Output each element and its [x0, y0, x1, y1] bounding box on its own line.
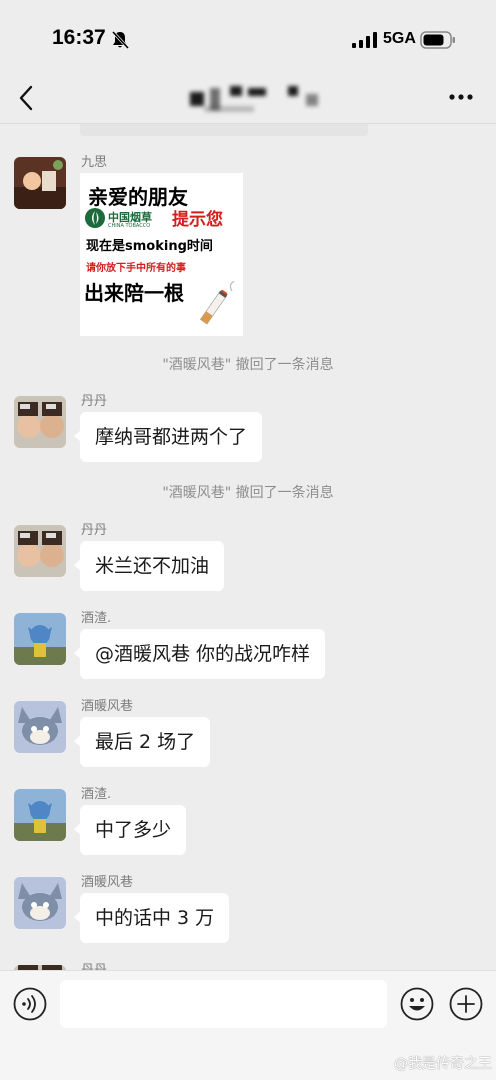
tobacco-logo-icon	[85, 208, 105, 228]
sender-name: 九思	[81, 155, 108, 170]
status-bar: 16:37 5GA	[0, 0, 496, 78]
bell-muted-icon	[111, 30, 130, 50]
chat-title-redacted	[190, 84, 330, 114]
avatar[interactable]	[14, 157, 66, 209]
sender-name: 酒暖风巷	[81, 699, 134, 714]
battery-icon	[420, 31, 455, 49]
sticker-line4: 请你放下手中所有的事	[86, 263, 186, 274]
recall-notice: "酒暖风巷" 撤回了一条消息	[162, 485, 334, 501]
message-list[interactable]: 九思 亲爱的朋友 中国烟草 CHINA TOBACCO 提示您 现在是smoki…	[0, 124, 496, 970]
sticker-brand-en: CHINA TOBACCO	[108, 223, 151, 229]
message-bubble[interactable]: 摩纳哥都进两个了	[73, 412, 263, 462]
status-time: 16:37	[52, 26, 106, 49]
avatar[interactable]	[14, 396, 66, 448]
sender-name: 丹丹	[81, 959, 107, 970]
sender-name: 丹丹	[81, 394, 108, 409]
sticker-line5: 出来陪一根	[84, 281, 184, 305]
network-label: 5GA	[383, 30, 416, 47]
watermark: @我是传奇之王	[394, 1056, 492, 1072]
message-bubble[interactable]: @酒暖风巷 你的战况咋样	[73, 629, 326, 679]
message-bubble[interactable]: 中的话中 3 万	[73, 893, 230, 943]
avatar[interactable]	[14, 789, 66, 841]
sender-name: 酒渣.	[81, 787, 112, 802]
avatar[interactable]	[14, 613, 66, 665]
message-bubble[interactable]: 米兰还不加油	[73, 541, 225, 591]
avatar[interactable]	[14, 877, 66, 929]
plus-icon[interactable]	[449, 987, 483, 1021]
sticker-image[interactable]: 亲爱的朋友 中国烟草 CHINA TOBACCO 提示您 现在是smoking时…	[80, 173, 243, 336]
message-bubble[interactable]: 中了多少	[73, 805, 187, 855]
sticker-hint: 提示您	[172, 210, 223, 230]
signal-icon	[352, 32, 377, 48]
voice-icon[interactable]	[13, 987, 47, 1021]
chevron-left-icon[interactable]	[16, 84, 38, 112]
cigarette-icon	[199, 281, 235, 325]
more-dots-icon[interactable]	[448, 92, 474, 102]
avatar[interactable]	[14, 701, 66, 753]
input-bar: @我是传奇之王	[0, 970, 496, 1080]
sender-name: 酒渣.	[81, 611, 112, 626]
message-input[interactable]	[60, 980, 387, 1028]
avatar[interactable]	[14, 525, 66, 577]
previous-message-edge	[80, 124, 368, 136]
sender-name: 丹丹	[81, 523, 108, 538]
emoji-icon[interactable]	[400, 987, 434, 1021]
nav-bar	[0, 78, 496, 124]
sticker-line3: 现在是smoking时间	[86, 239, 213, 254]
message-bubble[interactable]: 最后 2 场了	[73, 717, 211, 767]
sender-name: 酒暖风巷	[81, 875, 134, 890]
recall-notice: "酒暖风巷" 撤回了一条消息	[162, 357, 334, 373]
